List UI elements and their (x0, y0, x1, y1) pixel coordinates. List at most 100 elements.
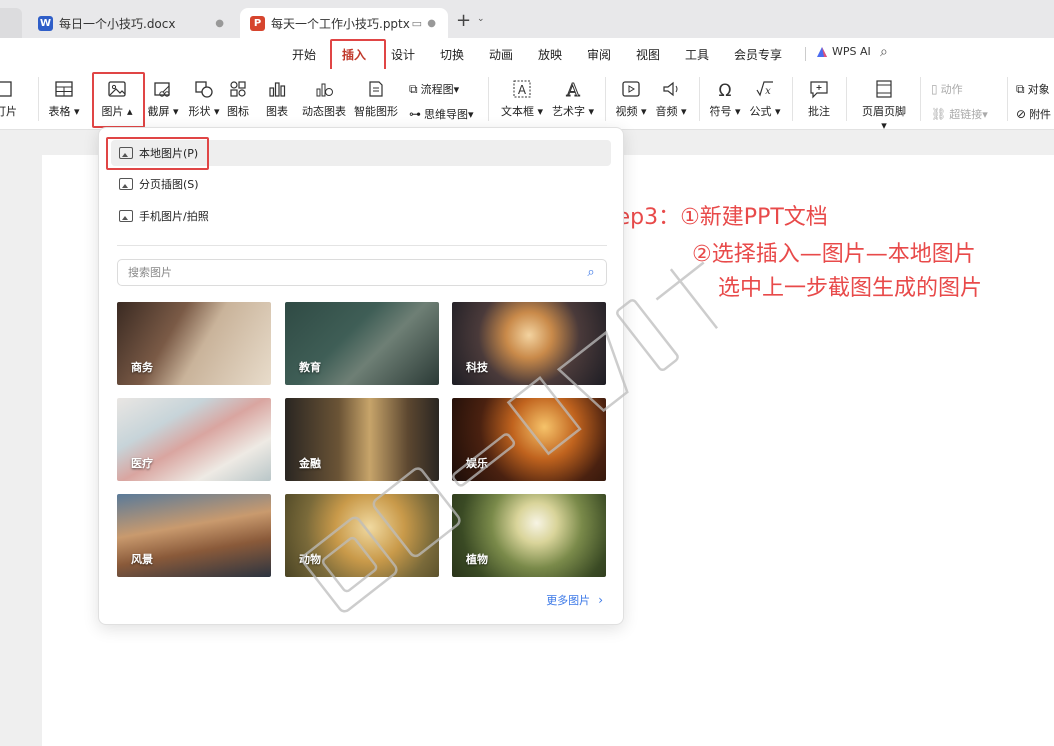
tab-slideshow[interactable]: 放映 (538, 46, 562, 63)
new-tab-button[interactable]: + (456, 10, 471, 31)
smart-shape-button[interactable]: 智能图形 (354, 78, 398, 119)
phone-picture-item[interactable]: 手机图片/拍照 (111, 203, 611, 229)
table-button[interactable]: 表格 ▾ (42, 78, 86, 119)
action-button[interactable]: ▯ 动作 (931, 81, 963, 97)
divider (920, 77, 921, 121)
flowchart-icon: ⧉ (409, 81, 418, 96)
tab-transition[interactable]: 切换 (440, 46, 464, 63)
symbol-button[interactable]: Ω 符号 ▾ (703, 78, 747, 119)
tab-view[interactable]: 视图 (636, 46, 660, 63)
chevron-down-icon: ▾ (677, 105, 687, 118)
chevron-down-icon: ▾ (731, 105, 741, 118)
category-technology[interactable]: 科技 (452, 302, 606, 385)
category-landscape-label: 风景 (131, 553, 153, 566)
tab-docx[interactable]: W 每日一个小技巧.docx ● (28, 8, 236, 38)
split-picture-item[interactable]: 分页插图(S) (111, 171, 611, 197)
screenshot-button[interactable]: 截屏 ▾ (141, 78, 185, 119)
divider (699, 77, 700, 121)
picture-search-box: ⌕ (117, 259, 607, 286)
video-button[interactable]: 视频 ▾ (609, 78, 653, 119)
annotation-step3-line2: ②选择插入—图片—本地图片 (692, 242, 976, 267)
chevron-down-icon[interactable]: ⌄ (477, 14, 485, 24)
audio-label: 音频 (655, 105, 678, 118)
textbox-icon: A (513, 80, 531, 98)
category-finance[interactable]: 金融 (285, 398, 439, 481)
audio-button[interactable]: 音频 ▾ (649, 78, 693, 119)
dynamic-chart-label: 动态图表 (302, 105, 346, 118)
tab-member[interactable]: 会员专享 (734, 46, 782, 63)
hyperlink-button[interactable]: ⛓ 超链接 ▾ (931, 106, 988, 122)
split-picture-label: 分页插图(S) (139, 178, 199, 191)
chevron-down-icon: ▾ (468, 107, 474, 121)
divider (488, 77, 489, 121)
mindmap-button[interactable]: ⊶ 思维导图 ▾ (409, 106, 474, 122)
mindmap-label: 思维导图 (424, 108, 468, 121)
screenshot-icon (154, 82, 170, 97)
formula-label: 公式 (749, 105, 772, 118)
tab-review[interactable]: 审阅 (587, 46, 611, 63)
tab-start[interactable]: 开始 (292, 46, 316, 63)
monitor-icon[interactable]: ▭ (412, 17, 422, 30)
category-entertainment[interactable]: 娱乐 (452, 398, 606, 481)
divider (605, 77, 606, 121)
chevron-down-icon: ▾ (982, 107, 988, 121)
shape-icon (195, 81, 213, 98)
attachment-label: 附件 (1029, 108, 1052, 121)
category-education[interactable]: 教育 (285, 302, 439, 385)
highlight-picture-button (92, 72, 145, 128)
divider (805, 47, 806, 61)
annotation-step3: Step3：①新建PPT文档 (594, 205, 828, 230)
omega-icon: Ω (719, 81, 732, 100)
attachment-button[interactable]: ⊘ 附件 (1016, 106, 1051, 122)
tab-partial[interactable] (0, 8, 22, 38)
tab-design[interactable]: 设计 (391, 46, 415, 63)
tab-status-dot-icon[interactable]: ● (427, 18, 436, 29)
picture-search-input[interactable] (128, 266, 576, 279)
divider (117, 245, 607, 246)
category-medical[interactable]: 医疗 (117, 398, 271, 481)
paperclip-icon: ⊘ (1016, 107, 1027, 121)
more-pictures-link[interactable]: 更多图片 › (546, 592, 603, 608)
phone-picture-icon (119, 210, 133, 222)
category-animals[interactable]: 动物 (285, 494, 439, 577)
header-footer-button[interactable]: 页眉页脚 ▾ (858, 78, 910, 132)
tab-animation[interactable]: 动画 (489, 46, 513, 63)
chart-button[interactable]: 图表 (255, 78, 299, 119)
wordart-button[interactable]: A 艺术字 ▾ (551, 78, 595, 119)
category-business[interactable]: 商务 (117, 302, 271, 385)
comment-icon (810, 81, 828, 99)
insert-toolbar: 订片 表格 ▾ 图片 ▴ 截屏 ▾ 形状 ▾ 图标 图表 动态图表 智能图形 ⧉… (0, 69, 1054, 132)
mindmap-icon: ⊶ (409, 107, 421, 121)
divider (792, 77, 793, 121)
tab-pptx[interactable]: P 每天一个工作小技巧.pptx ▭ ● (240, 8, 448, 38)
category-landscape[interactable]: 风景 (117, 494, 271, 577)
formula-button[interactable]: x 公式 ▾ (743, 78, 787, 119)
dynamic-chart-icon (316, 83, 333, 97)
category-technology-label: 科技 (466, 361, 488, 374)
comment-button[interactable]: 批注 (797, 78, 841, 119)
object-button[interactable]: ⧉ 对象 (1016, 81, 1050, 97)
wps-ai-button[interactable]: WPS AI (816, 45, 871, 58)
search-icon[interactable]: ⌕ (576, 265, 606, 280)
icon-button[interactable]: 图标 (216, 78, 260, 119)
dynamic-chart-button[interactable]: 动态图表 (302, 78, 346, 119)
video-icon (622, 81, 640, 97)
wordart-icon: A (565, 80, 581, 101)
chart-label: 图表 (266, 105, 288, 118)
more-pictures-label: 更多图片 (546, 594, 591, 607)
action-icon: ▯ (931, 82, 938, 96)
tool-partial[interactable]: 订片 (0, 78, 28, 119)
textbox-label: 文本框 (500, 105, 534, 118)
object-label: 对象 (1027, 83, 1050, 96)
textbox-button[interactable]: A 文本框 ▾ (500, 78, 544, 119)
flowchart-button[interactable]: ⧉ 流程图 ▾ (409, 81, 459, 97)
category-plants-label: 植物 (466, 553, 488, 566)
category-plants[interactable]: 植物 (452, 494, 606, 577)
chevron-down-icon: ▾ (637, 105, 647, 118)
video-label: 视频 (615, 105, 638, 118)
category-animals-label: 动物 (299, 553, 321, 566)
split-picture-icon (119, 178, 133, 190)
chevron-down-icon: ▾ (533, 105, 544, 118)
tab-tools[interactable]: 工具 (685, 46, 709, 63)
search-icon[interactable]: ⌕ (880, 44, 888, 60)
